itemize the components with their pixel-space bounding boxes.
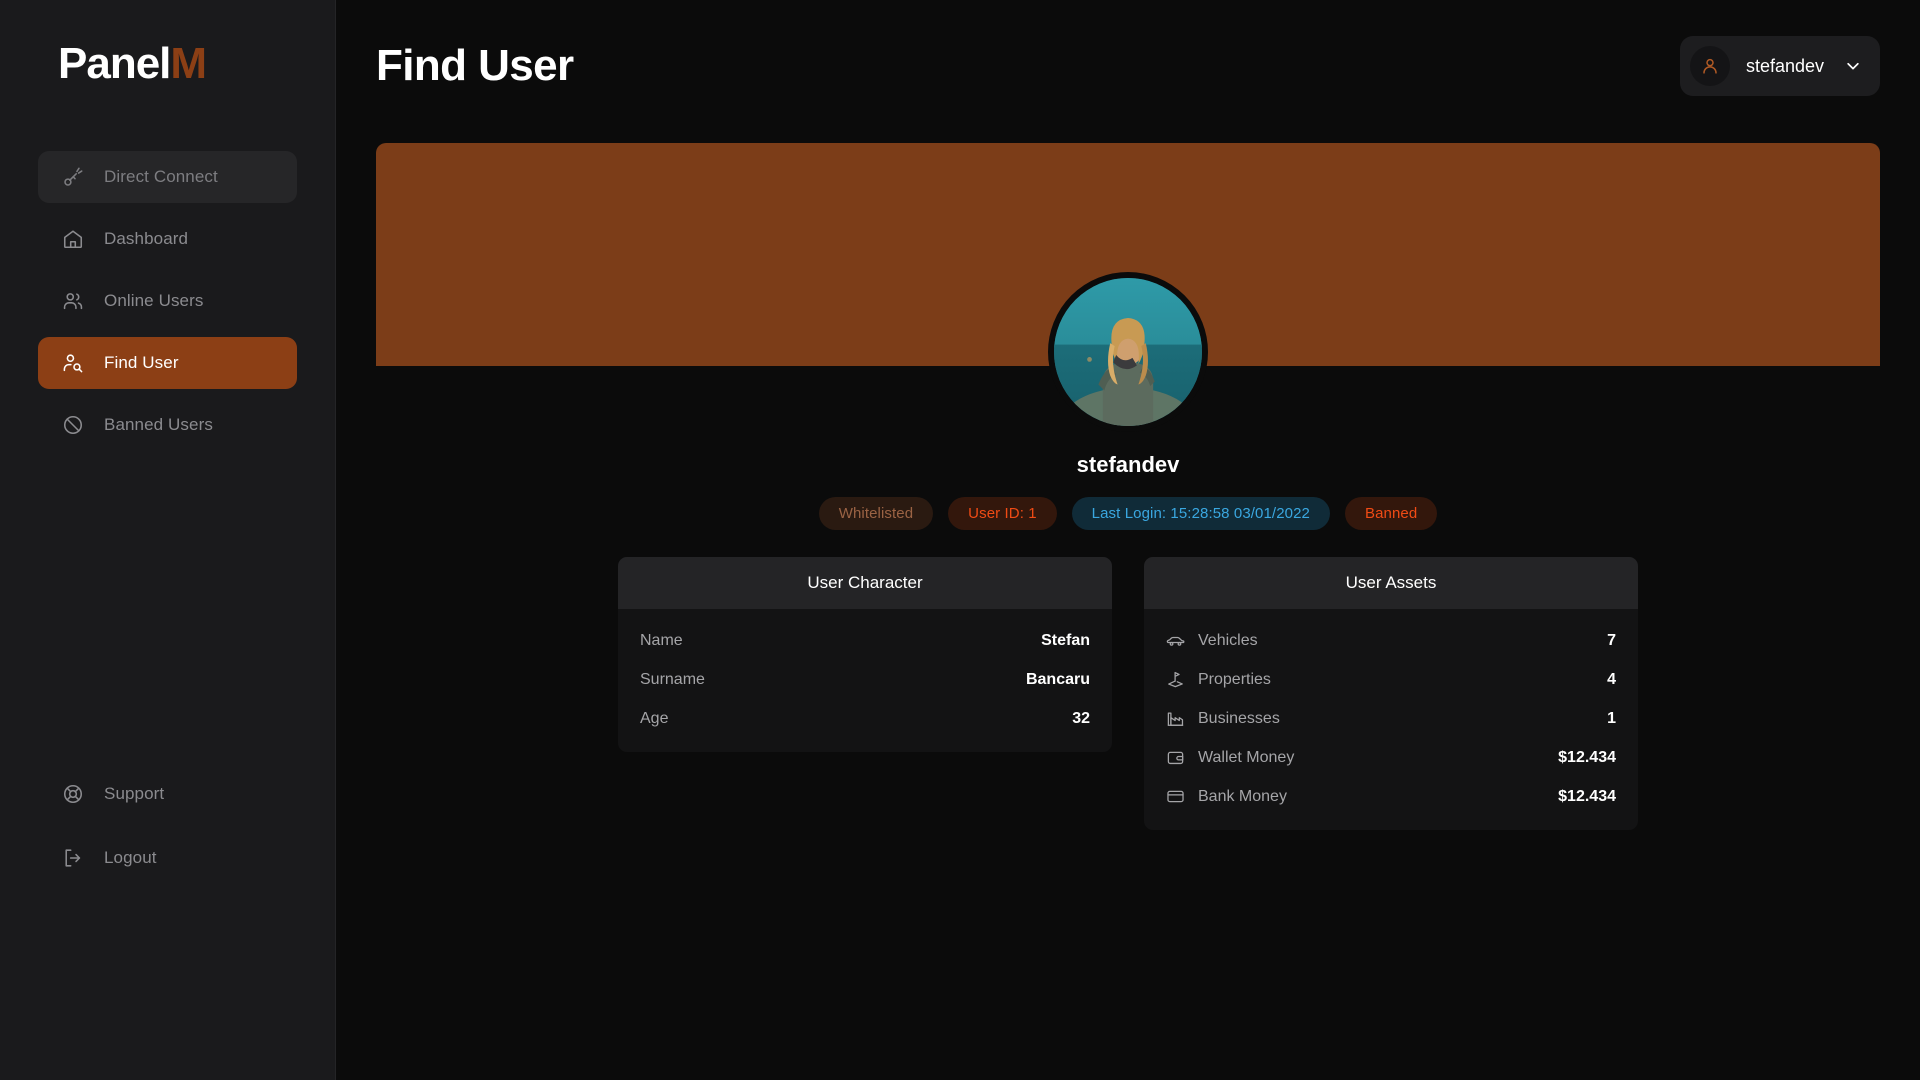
row-label: Vehicles xyxy=(1198,631,1258,649)
sidebar-item-logout[interactable]: Logout xyxy=(38,832,297,884)
user-menu-username: stefandev xyxy=(1745,55,1824,76)
brand-name: Panel xyxy=(58,39,171,88)
user-assets-card: User Assets Vehicles 7 Properties 4 Busi… xyxy=(1144,557,1638,830)
sidebar-item-label: Find User xyxy=(104,353,179,372)
main-content: Find User stefandev stefandev Whiteliste… xyxy=(336,0,1920,1080)
table-row: Wallet Money $12.434 xyxy=(1144,738,1638,777)
car-icon xyxy=(1166,631,1185,650)
row-label: Surname xyxy=(640,670,705,688)
chevron-down-icon xyxy=(1844,57,1862,75)
sidebar-item-support[interactable]: Support xyxy=(38,768,297,820)
home-icon xyxy=(62,228,84,250)
row-value: 4 xyxy=(1607,670,1616,688)
wallet-icon xyxy=(1166,748,1185,767)
table-row: Businesses 1 xyxy=(1144,699,1638,738)
sidebar-item-banned-users[interactable]: Banned Users xyxy=(38,399,297,451)
card-title: User Character xyxy=(618,557,1112,609)
sidebar-item-label: Direct Connect xyxy=(104,167,218,186)
sidebar-item-direct-connect[interactable]: Direct Connect xyxy=(38,151,297,203)
row-value: 7 xyxy=(1607,631,1616,649)
app-root: PanelM Direct Connect Dashboard Online U xyxy=(0,0,1920,1080)
plug-lightning-icon xyxy=(62,166,84,188)
page-title: Find User xyxy=(376,41,574,90)
user-avatar-photo xyxy=(1054,278,1202,426)
sidebar-item-label: Dashboard xyxy=(104,229,189,248)
row-label: Wallet Money xyxy=(1198,748,1295,766)
status-badge-whitelisted: Whitelisted xyxy=(818,497,934,530)
person-icon xyxy=(1689,46,1730,86)
sidebar-item-label: Logout xyxy=(104,848,157,867)
card-title: User Assets xyxy=(1144,557,1638,609)
user-menu-button[interactable]: stefandev xyxy=(1679,36,1880,96)
status-badge-banned: Banned xyxy=(1344,497,1438,530)
profile-section: stefandev Whitelisted User ID: 1 Last Lo… xyxy=(336,272,1920,530)
sidebar-nav-secondary: Support Logout xyxy=(0,768,335,884)
sidebar-item-label: Banned Users xyxy=(104,415,213,434)
row-value: $12.434 xyxy=(1558,748,1616,766)
profile-badges: Whitelisted User ID: 1 Last Login: 15:28… xyxy=(336,497,1920,530)
golf-flag-icon xyxy=(1166,670,1185,689)
table-row: Name Stefan xyxy=(618,621,1112,660)
row-label: Bank Money xyxy=(1198,787,1287,805)
brand-logo: PanelM xyxy=(0,0,335,86)
life-buoy-icon xyxy=(62,783,84,805)
logout-icon xyxy=(62,847,84,869)
card-body: Name Stefan Surname Bancaru Age 32 xyxy=(618,609,1112,752)
table-row: Properties 4 xyxy=(1144,660,1638,699)
status-badge-last-login: Last Login: 15:28:58 03/01/2022 xyxy=(1071,497,1330,530)
topbar: Find User stefandev xyxy=(336,0,1920,96)
sidebar-item-online-users[interactable]: Online Users xyxy=(38,275,297,327)
sidebar-item-label: Support xyxy=(104,784,165,803)
row-label: Name xyxy=(640,631,683,649)
credit-card-icon xyxy=(1166,787,1185,806)
profile-display-name: stefandev xyxy=(1076,452,1180,477)
row-label: Age xyxy=(640,709,669,727)
info-cards: User Character Name Stefan Surname Banca… xyxy=(336,557,1920,830)
status-badge-user-id: User ID: 1 xyxy=(948,497,1057,530)
user-search-icon xyxy=(62,352,84,374)
user-character-card: User Character Name Stefan Surname Banca… xyxy=(618,557,1112,752)
row-value: $12.434 xyxy=(1558,787,1616,805)
table-row: Surname Bancaru xyxy=(618,660,1112,699)
sidebar-item-label: Online Users xyxy=(104,291,204,310)
row-label: Businesses xyxy=(1198,709,1280,727)
row-value: 32 xyxy=(1072,709,1090,727)
card-body: Vehicles 7 Properties 4 Businesses 1 Wal… xyxy=(1144,609,1638,830)
table-row: Bank Money $12.434 xyxy=(1144,777,1638,816)
table-row: Age 32 xyxy=(618,699,1112,738)
row-value: Bancaru xyxy=(1025,670,1090,688)
sidebar-item-dashboard[interactable]: Dashboard xyxy=(38,213,297,265)
avatar xyxy=(1048,272,1208,432)
brand-accent: M xyxy=(170,39,207,88)
sidebar-nav-primary: Direct Connect Dashboard Online Users Fi… xyxy=(0,151,335,451)
row-value: Stefan xyxy=(1041,631,1090,649)
sidebar: PanelM Direct Connect Dashboard Online U xyxy=(0,0,336,1080)
ban-icon xyxy=(62,414,84,436)
sidebar-item-find-user[interactable]: Find User xyxy=(38,337,297,389)
factory-icon xyxy=(1166,709,1185,728)
row-value: 1 xyxy=(1607,709,1616,727)
users-icon xyxy=(62,290,84,312)
row-label: Properties xyxy=(1198,670,1271,688)
table-row: Vehicles 7 xyxy=(1144,621,1638,660)
